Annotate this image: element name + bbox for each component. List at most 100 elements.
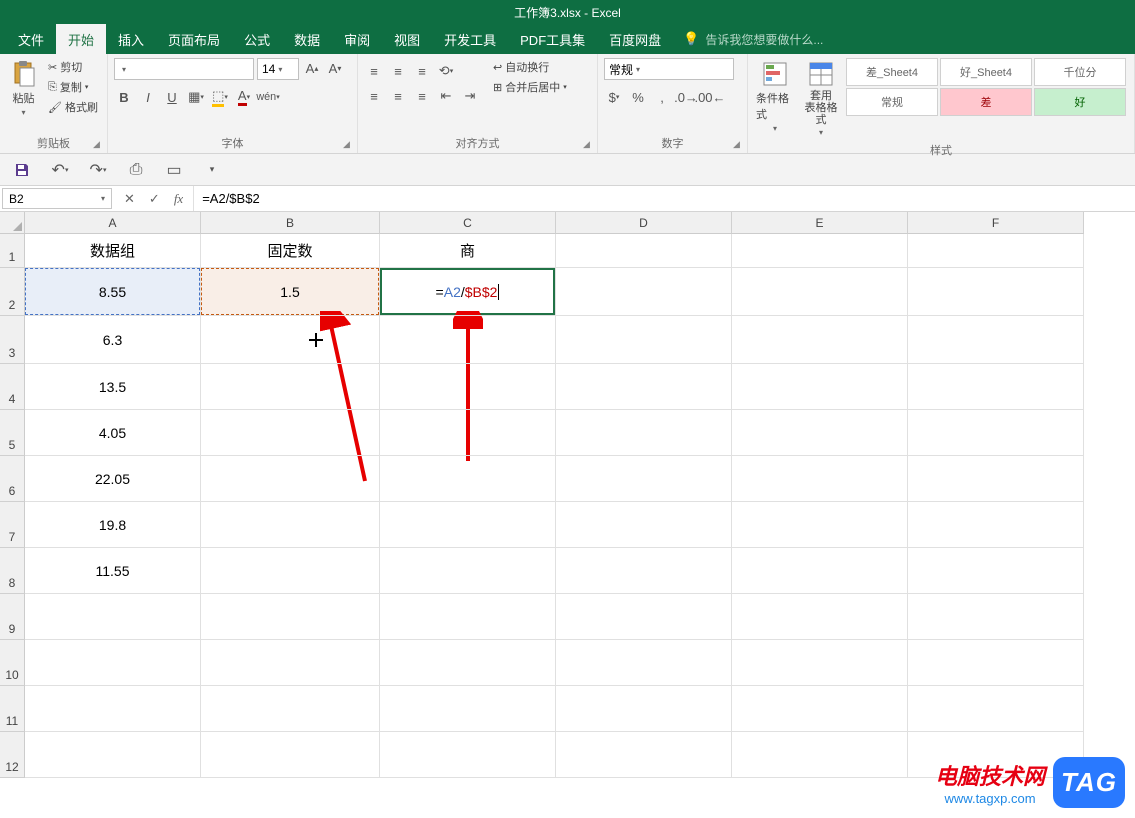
cell-B1[interactable]: 固定数 bbox=[201, 234, 380, 268]
accounting-button[interactable]: $▾ bbox=[604, 87, 624, 107]
cell-F9[interactable] bbox=[908, 594, 1084, 640]
align-launcher[interactable]: ◢ bbox=[583, 139, 595, 151]
cell-D4[interactable] bbox=[556, 364, 732, 410]
align-top-button[interactable]: ≡ bbox=[364, 61, 384, 81]
tab-layout[interactable]: 页面布局 bbox=[156, 24, 232, 54]
cell-D12[interactable] bbox=[556, 732, 732, 778]
cell-C2[interactable]: =A2/$B$2 bbox=[380, 268, 556, 316]
font-name-combo[interactable]: ▾ bbox=[114, 58, 254, 80]
copy-button[interactable]: ⎘ 复制 ▾ bbox=[45, 78, 101, 96]
row-header-2[interactable]: 2 bbox=[0, 268, 25, 316]
cell-B2[interactable]: 1.5 bbox=[201, 268, 380, 316]
cell-A12[interactable] bbox=[25, 732, 201, 778]
cell-E7[interactable] bbox=[732, 502, 908, 548]
cell-A9[interactable] bbox=[25, 594, 201, 640]
cell-E12[interactable] bbox=[732, 732, 908, 778]
border-button[interactable]: ▦▾ bbox=[186, 87, 206, 107]
cell-A4[interactable]: 13.5 bbox=[25, 364, 201, 410]
tab-review[interactable]: 审阅 bbox=[332, 24, 382, 54]
cell-E1[interactable] bbox=[732, 234, 908, 268]
col-header-B[interactable]: B bbox=[201, 212, 380, 234]
increase-indent-button[interactable]: ⇥ bbox=[460, 86, 480, 106]
align-bottom-button[interactable]: ≡ bbox=[412, 61, 432, 81]
cell-B3[interactable] bbox=[201, 316, 380, 364]
name-box[interactable]: B2 ▾ bbox=[2, 188, 112, 209]
cell-B9[interactable] bbox=[201, 594, 380, 640]
wrap-text-button[interactable]: ↩ 自动换行 bbox=[490, 58, 570, 76]
cancel-formula-button[interactable]: ✕ bbox=[124, 191, 135, 207]
cell-A7[interactable]: 19.8 bbox=[25, 502, 201, 548]
row-header-12[interactable]: 12 bbox=[0, 732, 25, 778]
cell-F4[interactable] bbox=[908, 364, 1084, 410]
cell-A3[interactable]: 6.3 bbox=[25, 316, 201, 364]
cell-C4[interactable] bbox=[380, 364, 556, 410]
row-header-10[interactable]: 10 bbox=[0, 640, 25, 686]
cell-F1[interactable] bbox=[908, 234, 1084, 268]
cell-C6[interactable] bbox=[380, 456, 556, 502]
row-header-11[interactable]: 11 bbox=[0, 686, 25, 732]
cell-B12[interactable] bbox=[201, 732, 380, 778]
tab-home[interactable]: 开始 bbox=[56, 24, 106, 54]
cell-E8[interactable] bbox=[732, 548, 908, 594]
formula-input[interactable]: =A2/$B$2 bbox=[194, 186, 1135, 211]
tab-view[interactable]: 视图 bbox=[382, 24, 432, 54]
save-button[interactable] bbox=[12, 160, 32, 180]
col-header-C[interactable]: C bbox=[380, 212, 556, 234]
percent-button[interactable]: % bbox=[628, 87, 648, 107]
cell-C9[interactable] bbox=[380, 594, 556, 640]
cell-A2[interactable]: 8.55 bbox=[25, 268, 201, 316]
cell-A6[interactable]: 22.05 bbox=[25, 456, 201, 502]
qat-btn-5[interactable]: ▭ bbox=[164, 160, 184, 180]
cell-A8[interactable]: 11.55 bbox=[25, 548, 201, 594]
cell-E11[interactable] bbox=[732, 686, 908, 732]
select-all-corner[interactable] bbox=[0, 212, 25, 234]
style-item[interactable]: 常规 bbox=[846, 88, 938, 116]
cell-B10[interactable] bbox=[201, 640, 380, 686]
style-item[interactable]: 差_Sheet4 bbox=[846, 58, 938, 86]
font-color-button[interactable]: A▾ bbox=[234, 87, 254, 107]
cell-D3[interactable] bbox=[556, 316, 732, 364]
cell-C8[interactable] bbox=[380, 548, 556, 594]
row-header-7[interactable]: 7 bbox=[0, 502, 25, 548]
italic-button[interactable]: I bbox=[138, 87, 158, 107]
cell-E2[interactable] bbox=[732, 268, 908, 316]
col-header-A[interactable]: A bbox=[25, 212, 201, 234]
undo-button[interactable]: ↶▾ bbox=[50, 160, 70, 180]
cell-F3[interactable] bbox=[908, 316, 1084, 364]
cell-D11[interactable] bbox=[556, 686, 732, 732]
cell-A1[interactable]: 数据组 bbox=[25, 234, 201, 268]
cell-E5[interactable] bbox=[732, 410, 908, 456]
cell-E4[interactable] bbox=[732, 364, 908, 410]
cell-D6[interactable] bbox=[556, 456, 732, 502]
cell-F5[interactable] bbox=[908, 410, 1084, 456]
fill-color-button[interactable]: ⬚▾ bbox=[210, 87, 230, 107]
comma-button[interactable]: , bbox=[652, 87, 672, 107]
col-header-D[interactable]: D bbox=[556, 212, 732, 234]
cell-E3[interactable] bbox=[732, 316, 908, 364]
cell-B8[interactable] bbox=[201, 548, 380, 594]
cell-F2[interactable] bbox=[908, 268, 1084, 316]
underline-button[interactable]: U bbox=[162, 87, 182, 107]
qat-btn-4[interactable]: ⎙ bbox=[126, 160, 146, 180]
cell-D10[interactable] bbox=[556, 640, 732, 686]
style-item[interactable]: 千位分 bbox=[1034, 58, 1126, 86]
cell-A5[interactable]: 4.05 bbox=[25, 410, 201, 456]
cell-C3[interactable] bbox=[380, 316, 556, 364]
style-item[interactable]: 好 bbox=[1034, 88, 1126, 116]
cell-F11[interactable] bbox=[908, 686, 1084, 732]
cell-E9[interactable] bbox=[732, 594, 908, 640]
col-header-E[interactable]: E bbox=[732, 212, 908, 234]
row-header-4[interactable]: 4 bbox=[0, 364, 25, 410]
row-header-9[interactable]: 9 bbox=[0, 594, 25, 640]
orientation-button[interactable]: ⟲▾ bbox=[436, 61, 456, 81]
paste-button[interactable]: 粘贴 ▾ bbox=[6, 58, 41, 119]
tab-insert[interactable]: 插入 bbox=[106, 24, 156, 54]
tell-me[interactable]: 💡 告诉我您想要做什么... bbox=[683, 24, 823, 54]
decrease-decimal-button[interactable]: .00← bbox=[700, 87, 720, 107]
row-header-6[interactable]: 6 bbox=[0, 456, 25, 502]
clipboard-launcher[interactable]: ◢ bbox=[93, 139, 105, 151]
cell-D2[interactable] bbox=[556, 268, 732, 316]
qat-more[interactable]: ▾ bbox=[202, 160, 222, 180]
cell-D8[interactable] bbox=[556, 548, 732, 594]
font-launcher[interactable]: ◢ bbox=[343, 139, 355, 151]
